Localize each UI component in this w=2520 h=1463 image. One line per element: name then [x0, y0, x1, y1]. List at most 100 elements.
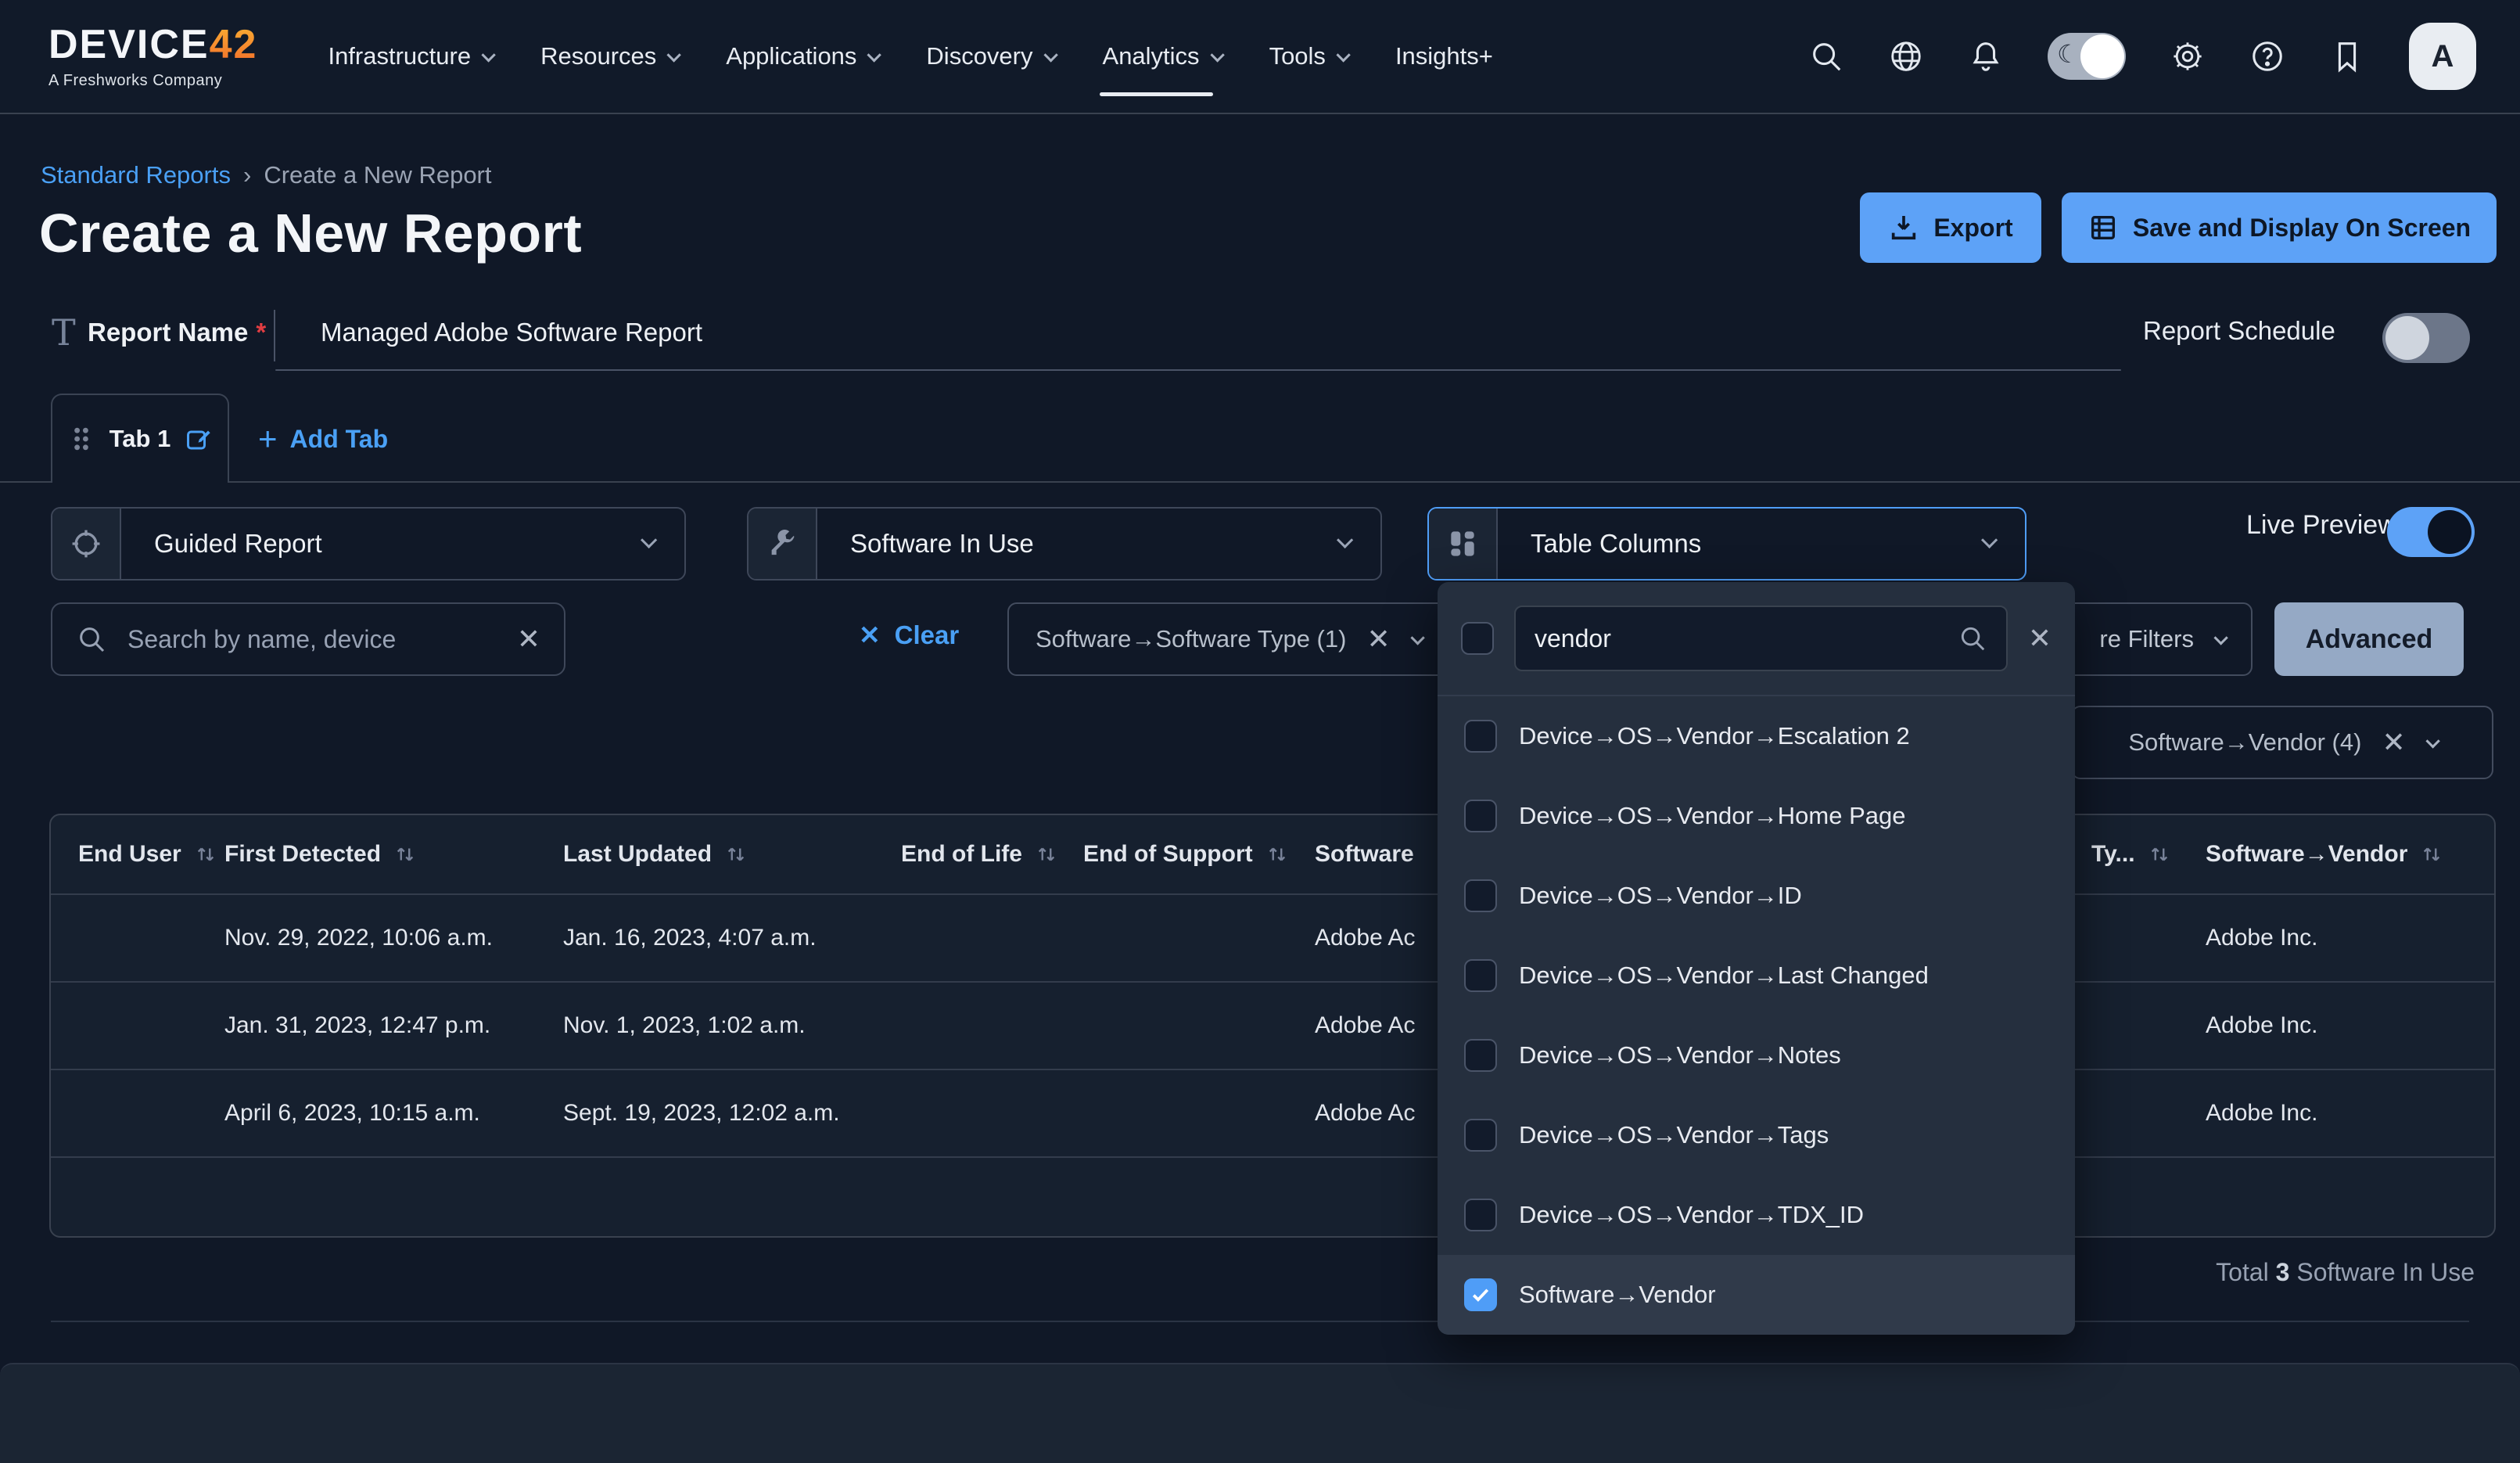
checkbox-unchecked[interactable] — [1464, 1199, 1497, 1231]
notifications-bell-icon[interactable] — [1968, 38, 2004, 74]
settings-gear-icon[interactable] — [2170, 38, 2206, 74]
col-software[interactable]: Software — [1315, 815, 1414, 893]
report-schedule-label: Report Schedule — [2143, 316, 2335, 346]
top-nav: DEVICE42 A Freshworks Company Infrastruc… — [0, 0, 2520, 114]
device42-logo[interactable]: DEVICE42 A Freshworks Company — [48, 24, 257, 88]
plus-icon: + — [258, 422, 278, 455]
export-button[interactable]: Export — [1860, 192, 2041, 263]
filter-chip-software-vendor[interactable]: Software→Vendor (4) ✕ — [2071, 706, 2493, 779]
sort-icon[interactable] — [194, 843, 217, 866]
tab-1-label: Tab 1 — [109, 425, 171, 453]
column-option-selected[interactable]: Software→Vendor — [1438, 1255, 2075, 1335]
menu-applications[interactable]: Applications — [726, 0, 878, 113]
clear-column-search-icon[interactable]: ✕ — [2028, 622, 2052, 655]
sort-icon[interactable] — [2148, 843, 2171, 866]
clear-filters-button[interactable]: ✕ Clear — [859, 620, 959, 650]
user-avatar[interactable]: A — [2409, 23, 2476, 90]
report-name-input[interactable]: Managed Adobe Software Report — [321, 318, 702, 347]
checkbox-unchecked[interactable] — [1464, 959, 1497, 992]
cell-last-updated: Sept. 19, 2023, 12:02 a.m. — [563, 1100, 840, 1127]
column-search-input[interactable] — [1535, 624, 1945, 653]
cell-first-detected: April 6, 2023, 10:15 a.m. — [224, 1100, 480, 1127]
column-option[interactable]: Device→OS→Vendor→Tags — [1438, 1095, 2075, 1175]
sort-icon[interactable] — [724, 843, 748, 866]
menu-discovery[interactable]: Discovery — [926, 0, 1054, 113]
cell-software: Adobe Ac — [1315, 1100, 1415, 1127]
column-option[interactable]: Device→OS→Vendor→Last Changed — [1438, 936, 2075, 1015]
report-name-label: Report Name* — [88, 318, 266, 347]
report-type-select[interactable]: Guided Report — [51, 507, 686, 581]
edit-tab-icon[interactable] — [185, 425, 213, 453]
remove-chip-icon[interactable]: ✕ — [1366, 623, 1390, 656]
advanced-button[interactable]: Advanced — [2274, 602, 2464, 676]
total-number: 3 — [2276, 1258, 2290, 1286]
sort-icon[interactable] — [1265, 843, 1289, 866]
tab-1[interactable]: Tab 1 — [51, 394, 229, 483]
data-source-select[interactable]: Software In Use — [747, 507, 1382, 581]
table-columns-select[interactable]: Table Columns — [1427, 507, 2026, 581]
report-type-value: Guided Report — [154, 529, 322, 559]
remove-chip-icon[interactable]: ✕ — [2382, 726, 2405, 759]
help-icon[interactable] — [2249, 38, 2285, 74]
menu-insights-plus[interactable]: Insights+ — [1395, 0, 1493, 113]
bookmark-icon[interactable] — [2329, 38, 2365, 74]
column-option[interactable]: Device→OS→Vendor→TDX_ID — [1438, 1175, 2075, 1255]
menu-analytics[interactable]: Analytics — [1103, 0, 1221, 113]
menu-tools[interactable]: Tools — [1269, 0, 1347, 113]
nav-utilities: ☾ A — [1808, 23, 2476, 90]
theme-toggle[interactable]: ☾ — [2048, 33, 2126, 80]
select-all-checkbox[interactable] — [1461, 622, 1494, 655]
cell-first-detected: Nov. 29, 2022, 10:06 a.m. — [224, 925, 493, 951]
column-option[interactable]: Device→OS→Vendor→Home Page — [1438, 776, 2075, 856]
menu-resources[interactable]: Resources — [540, 0, 677, 113]
search-icon — [76, 624, 107, 655]
globe-icon[interactable] — [1888, 38, 1924, 74]
search-input[interactable] — [127, 625, 497, 654]
chevron-down-icon — [1210, 48, 1224, 62]
column-option[interactable]: Device→OS→Vendor→ID — [1438, 856, 2075, 936]
clear-search-icon[interactable]: ✕ — [517, 623, 540, 656]
sort-icon[interactable] — [2420, 843, 2443, 866]
sort-icon[interactable] — [393, 843, 417, 866]
col-first-detected[interactable]: First Detected — [224, 815, 417, 893]
chevron-down-icon — [641, 536, 653, 552]
cell-software: Adobe Ac — [1315, 1012, 1415, 1039]
checkbox-unchecked[interactable] — [1464, 1039, 1497, 1072]
checkbox-unchecked[interactable] — [1464, 1119, 1497, 1152]
chevron-down-icon — [667, 48, 681, 62]
column-option[interactable]: Device→OS→Vendor→Notes — [1438, 1015, 2075, 1095]
checkbox-unchecked[interactable] — [1464, 800, 1497, 832]
col-end-of-life[interactable]: End of Life — [901, 815, 1058, 893]
report-name-underline — [275, 369, 2121, 371]
sort-icon[interactable] — [1035, 843, 1058, 866]
checkbox-checked[interactable] — [1464, 1278, 1497, 1311]
checkbox-unchecked[interactable] — [1464, 720, 1497, 753]
table-row[interactable]: April 6, 2023, 10:15 a.m. Sept. 19, 2023… — [51, 1069, 2494, 1156]
checkbox-unchecked[interactable] — [1464, 879, 1497, 912]
col-software-vendor[interactable]: Software→Vendor — [2206, 815, 2443, 893]
chevron-down-icon — [482, 48, 496, 62]
logo-tagline: A Freshworks Company — [48, 73, 257, 88]
col-type[interactable]: Ty... — [2091, 815, 2171, 893]
add-tab-button[interactable]: + Add Tab — [258, 422, 388, 455]
filter-chip-software-type[interactable]: Software→Software Type (1) ✕ — [1007, 602, 1491, 676]
col-end-user[interactable]: End User — [78, 815, 217, 893]
cell-vendor: Adobe Inc. — [2206, 925, 2317, 951]
save-and-display-button[interactable]: Save and Display On Screen — [2062, 192, 2497, 263]
live-preview-toggle[interactable] — [2387, 507, 2475, 557]
report-schedule-toggle[interactable] — [2382, 313, 2470, 363]
column-option[interactable]: Device→OS→Vendor→Escalation 2 — [1438, 696, 2075, 776]
menu-infrastructure[interactable]: Infrastructure — [328, 0, 492, 113]
breadcrumb-separator: › — [243, 161, 251, 189]
col-last-updated[interactable]: Last Updated — [563, 815, 748, 893]
drag-handle-icon[interactable] — [67, 425, 95, 453]
device42-app-window: DEVICE42 A Freshworks Company Infrastruc… — [0, 0, 2520, 1463]
table-row[interactable]: Jan. 31, 2023, 12:47 p.m. Nov. 1, 2023, … — [51, 981, 2494, 1069]
breadcrumb-standard-reports[interactable]: Standard Reports — [41, 161, 231, 189]
table-row[interactable]: Nov. 29, 2022, 10:06 a.m. Jan. 16, 2023,… — [51, 893, 2494, 981]
chevron-down-icon — [1336, 48, 1350, 62]
col-end-of-support[interactable]: End of Support — [1083, 815, 1289, 893]
logo-42: 42 — [210, 22, 258, 67]
search-icon[interactable] — [1808, 38, 1844, 74]
breadcrumb: Standard Reports › Create a New Report — [41, 161, 492, 189]
